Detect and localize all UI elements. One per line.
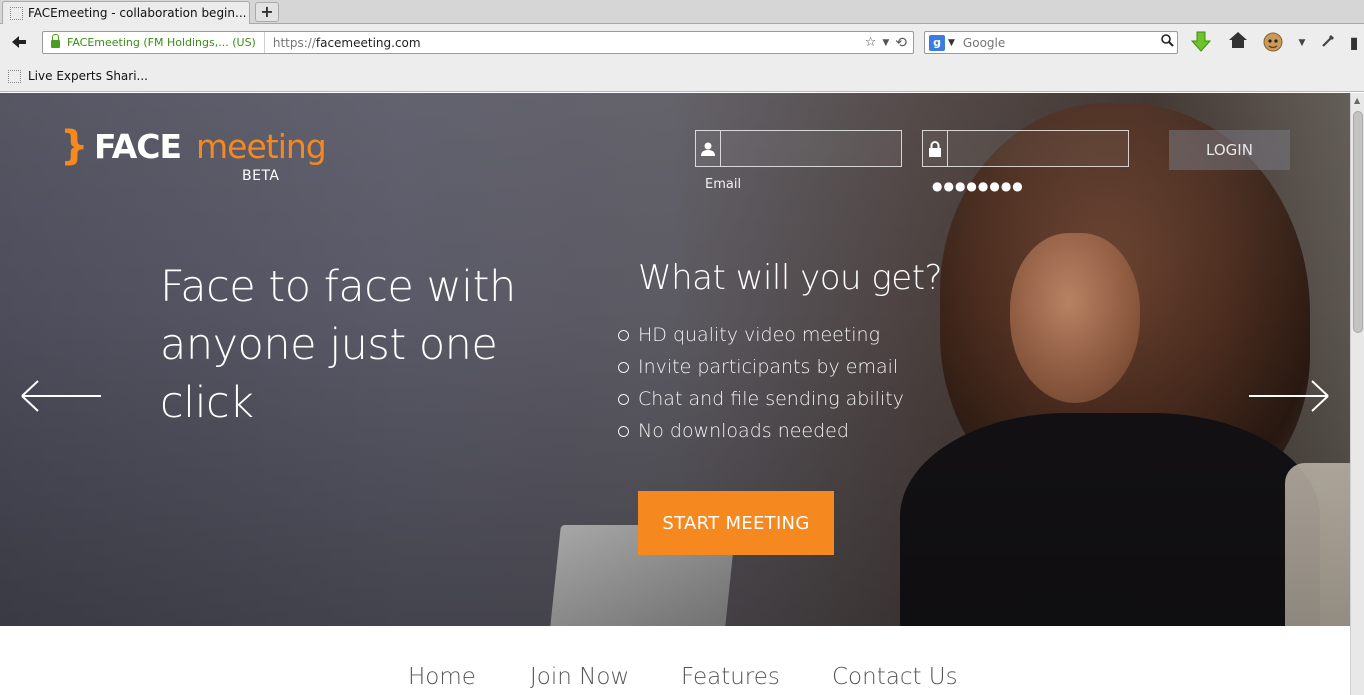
- address-bar[interactable]: FACEmeeting (FM Holdings,... (US) https:…: [42, 31, 914, 54]
- user-icon: [696, 131, 721, 166]
- chevron-down-icon[interactable]: ▼: [1296, 31, 1308, 55]
- list-item: Invite participants by email: [618, 351, 904, 383]
- site-navigation: Home Join Now Features Contact Us: [0, 626, 1350, 695]
- home-icon[interactable]: [1227, 31, 1249, 55]
- logo-beta-label: BETA: [242, 168, 280, 184]
- list-item: Chat and file sending ability: [618, 383, 904, 415]
- bookmark-label: Live Experts Shari...: [28, 69, 148, 83]
- scrollbar-thumb[interactable]: [1353, 111, 1363, 333]
- prev-slide-arrow-icon[interactable]: [20, 379, 102, 420]
- email-field[interactable]: [695, 130, 902, 167]
- url-text[interactable]: https://facemeeting.com: [265, 36, 865, 50]
- nav-home[interactable]: Home: [408, 664, 476, 690]
- bookmark-star-icon[interactable]: ☆: [865, 35, 877, 50]
- list-item: HD quality video meeting: [618, 319, 904, 351]
- circle-bullet-icon: [618, 361, 629, 373]
- password-dots: ●●●●●●●●: [932, 179, 1024, 193]
- search-engine-icon[interactable]: g: [929, 34, 945, 51]
- feature-text: Invite participants by email: [638, 356, 899, 378]
- search-input[interactable]: [954, 35, 1157, 50]
- padlock-icon: [923, 131, 948, 166]
- feature-text: Chat and file sending ability: [638, 388, 904, 410]
- chevron-down-icon[interactable]: ▼: [948, 38, 955, 48]
- tab-title: FACEmeeting - collaboration begin...: [28, 6, 247, 20]
- navigation-toolbar: FACEmeeting (FM Holdings,... (US) https:…: [0, 24, 1364, 62]
- bookmark-item[interactable]: Live Experts Shari...: [8, 69, 148, 83]
- tab-strip: FACEmeeting - collaboration begin... +: [0, 0, 1364, 24]
- password-input[interactable]: [948, 131, 1128, 166]
- next-slide-arrow-icon[interactable]: [1248, 379, 1330, 420]
- browser-tab[interactable]: FACEmeeting - collaboration begin...: [2, 1, 250, 24]
- bookmark-favicon-icon: [8, 69, 21, 83]
- password-field[interactable]: [922, 130, 1129, 167]
- addon-monkey-icon[interactable]: [1260, 31, 1286, 55]
- list-item: No downloads needed: [618, 415, 904, 447]
- circle-bullet-icon: [618, 329, 629, 341]
- circle-bullet-icon: [618, 425, 629, 437]
- email-input[interactable]: [721, 131, 901, 166]
- nav-features[interactable]: Features: [681, 664, 780, 690]
- hero-banner: } FACE meeting BETA Email ●●●●●●●● LOGIN: [0, 93, 1350, 626]
- page-favicon-icon: [10, 6, 23, 20]
- search-bar[interactable]: g ▼: [924, 31, 1178, 54]
- chevron-down-icon[interactable]: ▼: [882, 38, 889, 48]
- menu-overflow-icon[interactable]: ▮: [1346, 31, 1362, 55]
- bookmarks-toolbar: Live Experts Shari...: [0, 62, 1364, 92]
- reload-icon[interactable]: ⟲: [895, 35, 907, 51]
- logo-face-text: FACE: [94, 127, 182, 166]
- eyedropper-icon[interactable]: [1318, 31, 1340, 55]
- nav-join-now[interactable]: Join Now: [530, 664, 629, 690]
- new-tab-button[interactable]: +: [255, 2, 279, 22]
- scroll-up-arrow-icon[interactable]: ▲: [1354, 96, 1360, 105]
- lock-icon: [51, 34, 60, 48]
- site-identity-label: FACEmeeting (FM Holdings,... (US): [67, 36, 256, 49]
- hero-headline: Face to face with anyone just one click: [160, 262, 516, 428]
- feature-text: HD quality video meeting: [638, 324, 880, 346]
- page-viewport: } FACE meeting BETA Email ●●●●●●●● LOGIN: [0, 93, 1350, 695]
- nav-contact-us[interactable]: Contact Us: [832, 664, 958, 690]
- email-hint: Email: [705, 177, 742, 192]
- login-button[interactable]: LOGIN: [1169, 130, 1290, 170]
- vertical-scrollbar[interactable]: ▲: [1350, 93, 1364, 695]
- circle-bullet-icon: [618, 393, 629, 405]
- feature-text: No downloads needed: [638, 420, 849, 442]
- back-arrow-icon[interactable]: [10, 33, 30, 53]
- features-title: What will you get?: [638, 258, 943, 298]
- url-scheme: https://: [272, 35, 316, 50]
- logo-meeting-text: meeting: [196, 127, 327, 166]
- search-icon[interactable]: [1157, 34, 1177, 51]
- features-list: HD quality video meeting Invite particip…: [618, 319, 904, 447]
- start-meeting-button[interactable]: START MEETING: [638, 491, 834, 555]
- url-host: facemeeting.com: [315, 35, 421, 50]
- download-icon[interactable]: [1190, 31, 1212, 55]
- site-identity[interactable]: FACEmeeting (FM Holdings,... (US): [43, 32, 265, 53]
- logo-brace: }: [60, 123, 89, 169]
